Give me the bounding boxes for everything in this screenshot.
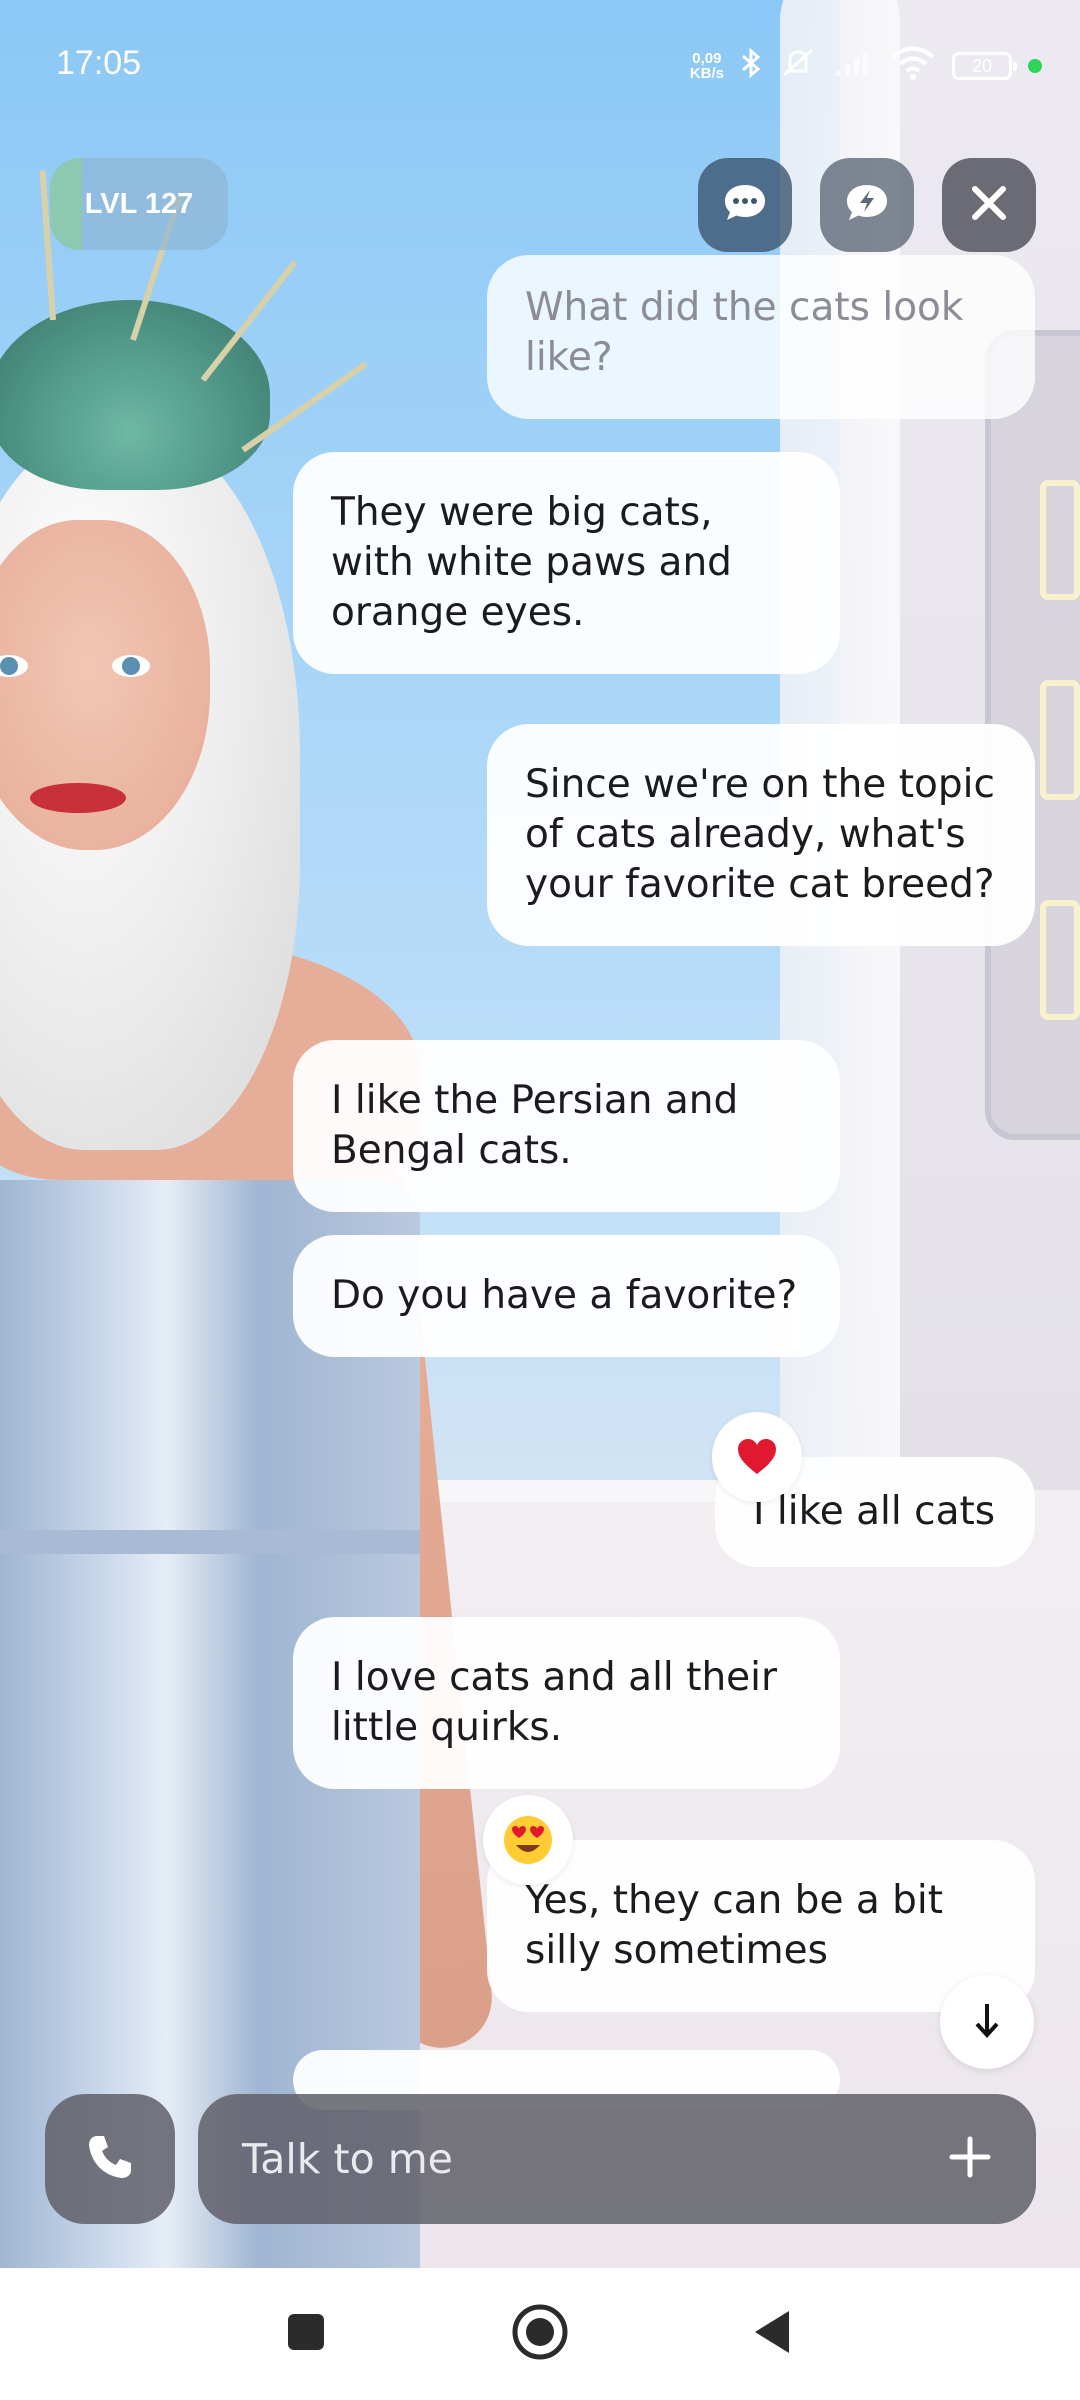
heart-reaction-icon[interactable] bbox=[712, 1412, 802, 1502]
user-message[interactable]: Yes, they can be a bit silly sometimes bbox=[487, 1840, 1035, 2012]
back-triangle-icon bbox=[751, 2308, 793, 2360]
system-navigation-bar bbox=[0, 2268, 1080, 2400]
home-button[interactable] bbox=[480, 2268, 600, 2400]
call-button[interactable] bbox=[45, 2094, 175, 2224]
back-button[interactable] bbox=[712, 2268, 832, 2400]
user-message[interactable]: What did the cats look like? bbox=[487, 255, 1035, 419]
recents-square-icon bbox=[286, 2312, 326, 2356]
add-attachment-button[interactable] bbox=[930, 2119, 1010, 2199]
message-input[interactable]: Talk to me bbox=[198, 2094, 1036, 2224]
ai-message[interactable]: They were big cats, with white paws and … bbox=[293, 452, 840, 674]
user-message[interactable]: Since we're on the topic of cats already… bbox=[487, 724, 1035, 946]
heart-eyes-reaction-icon[interactable] bbox=[483, 1795, 573, 1885]
plus-icon bbox=[948, 2135, 992, 2183]
ai-message[interactable]: Do you have a favorite? bbox=[293, 1235, 840, 1357]
recents-button[interactable] bbox=[246, 2268, 366, 2400]
message-input-placeholder: Talk to me bbox=[242, 2135, 453, 2183]
arrow-down-icon bbox=[972, 2001, 1002, 2043]
phone-icon bbox=[85, 2132, 135, 2186]
scroll-to-bottom-button[interactable] bbox=[940, 1975, 1034, 2069]
home-circle-icon bbox=[511, 2303, 569, 2365]
ai-message[interactable]: I like the Persian and Bengal cats. bbox=[293, 1040, 840, 1212]
ai-message[interactable]: I love cats and all their little quirks. bbox=[293, 1617, 840, 1789]
chat-messages[interactable]: What did the cats look like? They were b… bbox=[0, 0, 1080, 2110]
